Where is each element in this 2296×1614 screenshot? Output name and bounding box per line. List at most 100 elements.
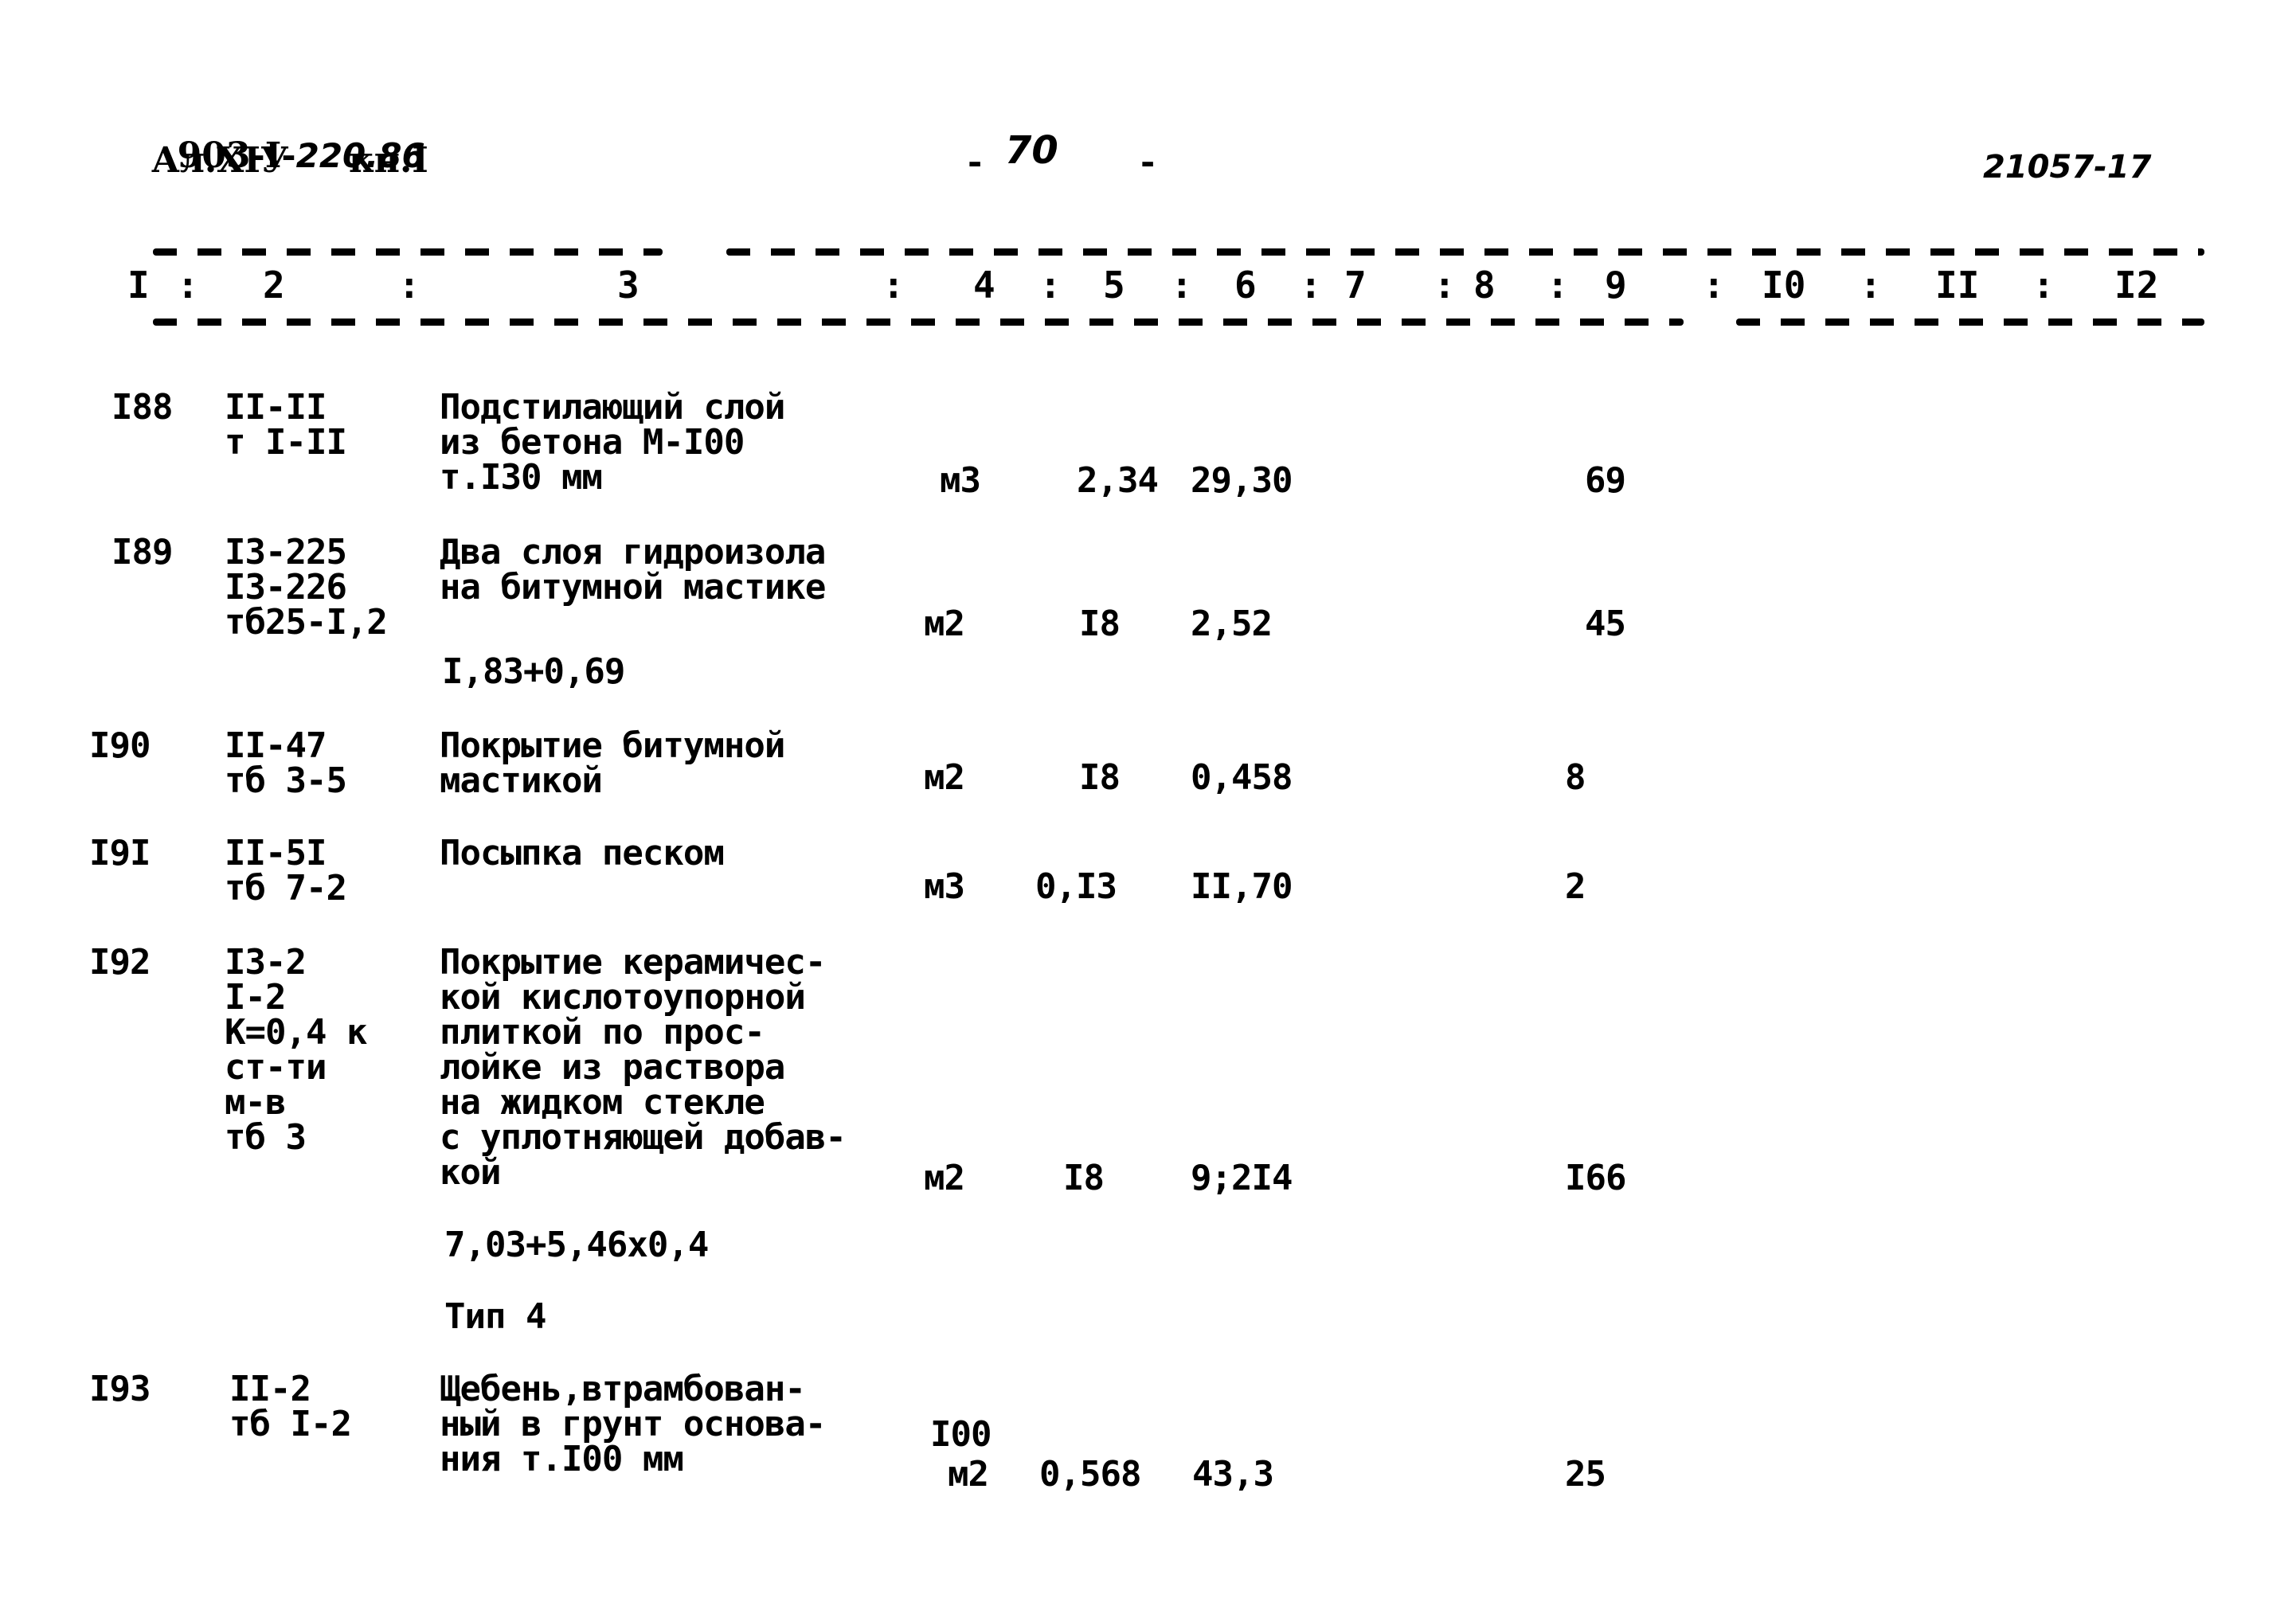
row-total: 2 — [1565, 866, 1586, 907]
page-number-dash-right: - — [1140, 142, 1156, 182]
column-separator: : — [1860, 264, 1882, 307]
header-top-dashed-rule-left — [153, 248, 663, 256]
row-description-line: с уплотняющей добав- — [440, 1117, 847, 1158]
row-quantity: 0,568 — [1039, 1454, 1141, 1495]
row-number: I92 — [89, 942, 151, 983]
row-description-line: Покрытие керамичес- — [440, 942, 826, 983]
row-quantity: 0,I3 — [1035, 866, 1117, 907]
row-description-line: Подстилающий слой — [440, 387, 785, 428]
column-header-12: I2 — [2114, 264, 2159, 307]
row-number: I89 — [111, 532, 173, 573]
row-quantity: I8 — [1063, 1158, 1105, 1198]
row-number: I93 — [89, 1369, 151, 1409]
row-description-line: Покрытие битумной — [440, 725, 785, 766]
column-header-7: 7 — [1344, 264, 1367, 307]
row-code-line: II-2 — [229, 1369, 311, 1409]
archive-number: 21057-17 — [1983, 149, 2152, 186]
row-description-line: мастикой — [440, 760, 603, 801]
column-separator: : — [1039, 264, 1062, 307]
row-calculation-note: I,83+0,69 — [442, 651, 625, 692]
header-bottom-dashed-rule-left — [153, 319, 1684, 326]
column-header-11: II — [1935, 264, 1980, 307]
row-description-line: ный в грунт основа- — [440, 1404, 826, 1444]
album-label: Ал.XIУ — [151, 140, 289, 181]
column-header-9: 9 — [1605, 264, 1627, 307]
row-code-line: I3-225 — [225, 532, 347, 573]
column-separator: : — [2032, 264, 2055, 307]
column-header-6: 6 — [1234, 264, 1257, 307]
row-code-line: II-5I — [225, 833, 327, 873]
row-quantity: I8 — [1079, 757, 1121, 798]
row-description-line: ния т.I00 мм — [440, 1439, 684, 1479]
column-header-2: 2 — [263, 264, 285, 307]
row-unit-price: II,70 — [1191, 866, 1293, 907]
row-description-line: Посыпка песком — [440, 833, 725, 873]
row-description-line: кой — [440, 1152, 501, 1193]
column-header-10: I0 — [1762, 264, 1806, 307]
row-unit-price: 9;2I4 — [1191, 1158, 1293, 1198]
column-separator: : — [882, 264, 905, 307]
row-total: I66 — [1565, 1158, 1626, 1198]
row-total: 69 — [1585, 460, 1626, 501]
row-unit-price: 2,52 — [1191, 604, 1273, 644]
row-total: 45 — [1585, 604, 1626, 644]
column-separator: : — [1547, 264, 1569, 307]
row-number: I9I — [89, 833, 151, 873]
row-unit-prefix: I00 — [930, 1414, 992, 1455]
row-code-line: I3-226 — [225, 567, 347, 608]
row-unit: м3 — [924, 866, 965, 907]
row-description-line: лойке из раствора — [440, 1047, 785, 1088]
book-label: кн.I — [349, 140, 428, 181]
column-header-1: I — [127, 264, 150, 307]
column-separator: : — [1434, 264, 1456, 307]
row-number: I88 — [111, 387, 173, 428]
column-separator: : — [177, 264, 199, 307]
row-code-line: К=0,4 к — [225, 1012, 367, 1053]
row-unit: м3 — [940, 460, 981, 501]
row-code-line: тб 7-2 — [225, 868, 347, 909]
column-separator: : — [1703, 264, 1725, 307]
row-quantity: I8 — [1079, 604, 1121, 644]
row-description-line: из бетона М-I00 — [440, 422, 745, 463]
row-unit-price: 29,30 — [1191, 460, 1293, 501]
column-header-3: 3 — [617, 264, 640, 307]
row-code-line: тб 3-5 — [225, 760, 347, 801]
header-top-dashed-rule-right — [726, 248, 2204, 256]
column-header-5: 5 — [1103, 264, 1125, 307]
row-code-line: т I-II — [225, 422, 347, 463]
row-description-line: Щебень,втрамбован- — [440, 1369, 806, 1409]
header-bottom-dashed-rule-right — [1736, 319, 2204, 326]
row-unit: м2 — [924, 757, 965, 798]
row-unit: м2 — [924, 1158, 965, 1198]
row-total: 8 — [1565, 757, 1586, 798]
row-code-line: тб 3 — [225, 1117, 307, 1158]
row-code-line: I-2 — [225, 977, 286, 1018]
row-code-line: м-в — [225, 1082, 286, 1123]
row-description-line: кой кислотоупорной — [440, 977, 806, 1018]
column-header-4: 4 — [973, 264, 995, 307]
row-description-line: на жидком стекле — [440, 1082, 765, 1123]
row-unit: м2 — [948, 1454, 989, 1495]
row-description-line: плиткой по прос- — [440, 1012, 765, 1053]
column-header-8: 8 — [1473, 264, 1496, 307]
row-unit-price: 43,3 — [1192, 1454, 1274, 1495]
row-code-line: II-II — [225, 387, 327, 428]
row-code-line: I3-2 — [225, 942, 307, 983]
row-description-line: Два слоя гидроизола — [440, 532, 826, 573]
row-description-line: на битумной мастике — [440, 567, 826, 608]
column-separator: : — [1300, 264, 1322, 307]
page-number-dash-left: - — [968, 142, 983, 182]
column-separator: : — [398, 264, 420, 307]
row-code-line: тб25-I,2 — [225, 602, 388, 643]
row-type-note: Тип 4 — [444, 1296, 546, 1337]
row-quantity: 2,34 — [1077, 460, 1159, 501]
page-number: 70 — [1005, 128, 1058, 173]
row-code-line: II-47 — [225, 725, 327, 766]
row-code-line: ст-ти — [225, 1047, 327, 1088]
row-calculation-note: 7,03+5,46x0,4 — [444, 1225, 709, 1265]
row-description-line: т.I30 мм — [440, 457, 603, 498]
row-code-line: тб I-2 — [229, 1404, 352, 1444]
row-number: I90 — [89, 725, 151, 766]
row-total: 25 — [1565, 1454, 1606, 1495]
row-unit-price: 0,458 — [1191, 757, 1293, 798]
